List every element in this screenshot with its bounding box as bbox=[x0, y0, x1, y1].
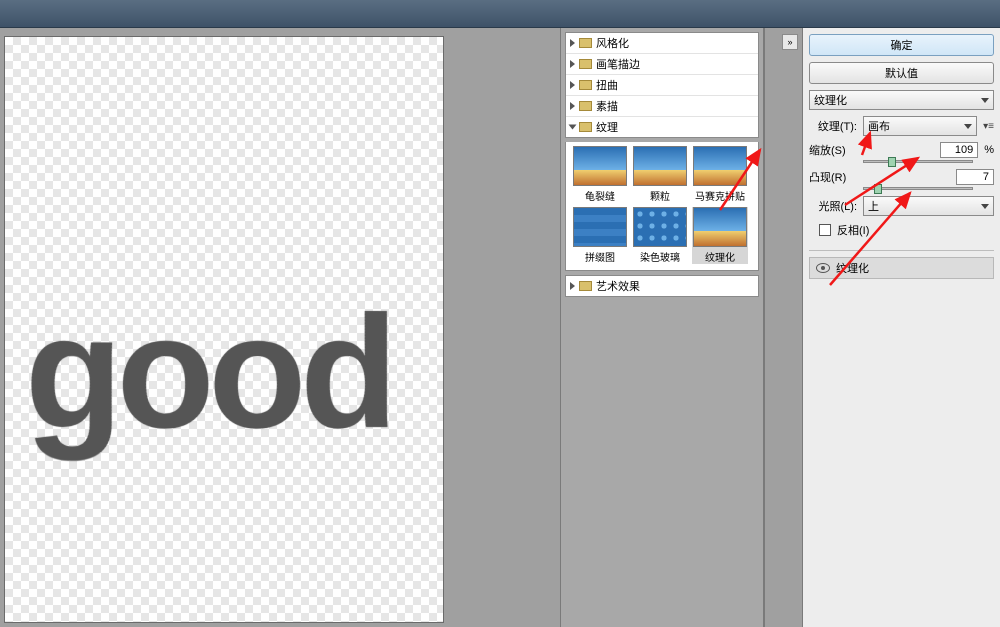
scale-input[interactable]: 109 bbox=[940, 142, 978, 158]
effect-layer-title: 纹理化 bbox=[836, 260, 869, 276]
thumb-label: 龟裂缝 bbox=[585, 188, 615, 203]
category-distort[interactable]: 扭曲 bbox=[566, 75, 758, 96]
folder-icon bbox=[579, 80, 592, 90]
invert-label: 反相(I) bbox=[837, 222, 869, 238]
texture-label: 纹理(T): bbox=[809, 118, 857, 134]
thumb-texturizer[interactable]: 纹理化 bbox=[692, 207, 748, 264]
category-label: 纹理 bbox=[596, 119, 618, 135]
light-select[interactable]: 上 bbox=[863, 196, 994, 216]
scale-unit: % bbox=[984, 144, 994, 156]
category-brush-strokes[interactable]: 画笔描边 bbox=[566, 54, 758, 75]
slider-thumb[interactable] bbox=[874, 184, 882, 194]
relief-input[interactable]: 7 bbox=[956, 169, 994, 185]
canvas-area: good bbox=[0, 28, 560, 627]
filter-settings-panel: 确定 默认值 纹理化 纹理(T): 画布 ▾≡ 缩放(S) 109 bbox=[802, 28, 1000, 627]
category-label: 素描 bbox=[596, 98, 618, 114]
eye-icon[interactable] bbox=[816, 263, 830, 273]
filter-select[interactable]: 纹理化 bbox=[809, 90, 994, 110]
scale-slider[interactable] bbox=[863, 160, 973, 163]
scale-label: 缩放(S) bbox=[809, 142, 846, 158]
slider-thumb[interactable] bbox=[888, 157, 896, 167]
category-texture[interactable]: 纹理 bbox=[566, 117, 758, 137]
thumb-mosaic-tiles[interactable]: 马赛克拼贴 bbox=[692, 146, 748, 203]
flyout-menu-icon[interactable]: ▾≡ bbox=[983, 121, 994, 132]
filter-gallery-tree: 风格化 画笔描边 扭曲 素描 纹理 龟裂缝 颗粒 马赛克拼贴 拼缀图 染色玻璃 … bbox=[560, 28, 764, 627]
thumb-label: 拼缀图 bbox=[585, 249, 615, 264]
category-sketch[interactable]: 素描 bbox=[566, 96, 758, 117]
invert-checkbox[interactable] bbox=[819, 224, 831, 236]
category-stylize[interactable]: 风格化 bbox=[566, 33, 758, 54]
category-label: 风格化 bbox=[596, 35, 629, 51]
effect-layer-row[interactable]: 纹理化 bbox=[809, 257, 994, 279]
filter-select-value: 纹理化 bbox=[814, 92, 847, 108]
folder-icon bbox=[579, 281, 592, 291]
category-label: 扭曲 bbox=[596, 77, 618, 93]
folder-icon bbox=[579, 101, 592, 111]
chevron-down-icon bbox=[964, 124, 972, 129]
texture-select[interactable]: 画布 bbox=[863, 116, 977, 136]
thumb-craquelure[interactable]: 龟裂缝 bbox=[572, 146, 628, 203]
thumb-label: 颗粒 bbox=[650, 188, 670, 203]
thumb-label: 染色玻璃 bbox=[640, 249, 680, 264]
ok-button[interactable]: 确定 bbox=[809, 34, 994, 56]
thumb-label: 马赛克拼贴 bbox=[695, 188, 745, 203]
thumb-patchwork[interactable]: 拼缀图 bbox=[572, 207, 628, 264]
relief-slider[interactable] bbox=[863, 187, 973, 190]
light-select-value: 上 bbox=[868, 198, 879, 214]
texture-select-value: 画布 bbox=[868, 118, 890, 134]
light-label: 光照(L): bbox=[809, 198, 857, 214]
category-label: 艺术效果 bbox=[596, 278, 640, 294]
document-canvas[interactable]: good bbox=[4, 36, 444, 623]
category-artistic[interactable]: 艺术效果 bbox=[566, 276, 758, 296]
canvas-text: good bbox=[25, 292, 392, 452]
window-titlebar bbox=[0, 0, 1000, 28]
collapse-panels-chevron[interactable]: » bbox=[782, 34, 798, 50]
default-button[interactable]: 默认值 bbox=[809, 62, 994, 84]
double-chevron-icon: » bbox=[787, 37, 792, 47]
folder-icon bbox=[579, 38, 592, 48]
spacer-area bbox=[764, 28, 802, 627]
chevron-down-icon bbox=[981, 98, 989, 103]
thumb-label: 纹理化 bbox=[705, 249, 735, 264]
category-label: 画笔描边 bbox=[596, 56, 640, 72]
relief-label: 凸现(R) bbox=[809, 169, 846, 185]
chevron-down-icon bbox=[981, 204, 989, 209]
thumb-stained-glass[interactable]: 染色玻璃 bbox=[632, 207, 688, 264]
folder-icon bbox=[579, 122, 592, 132]
thumb-grain[interactable]: 颗粒 bbox=[632, 146, 688, 203]
folder-icon bbox=[579, 59, 592, 69]
